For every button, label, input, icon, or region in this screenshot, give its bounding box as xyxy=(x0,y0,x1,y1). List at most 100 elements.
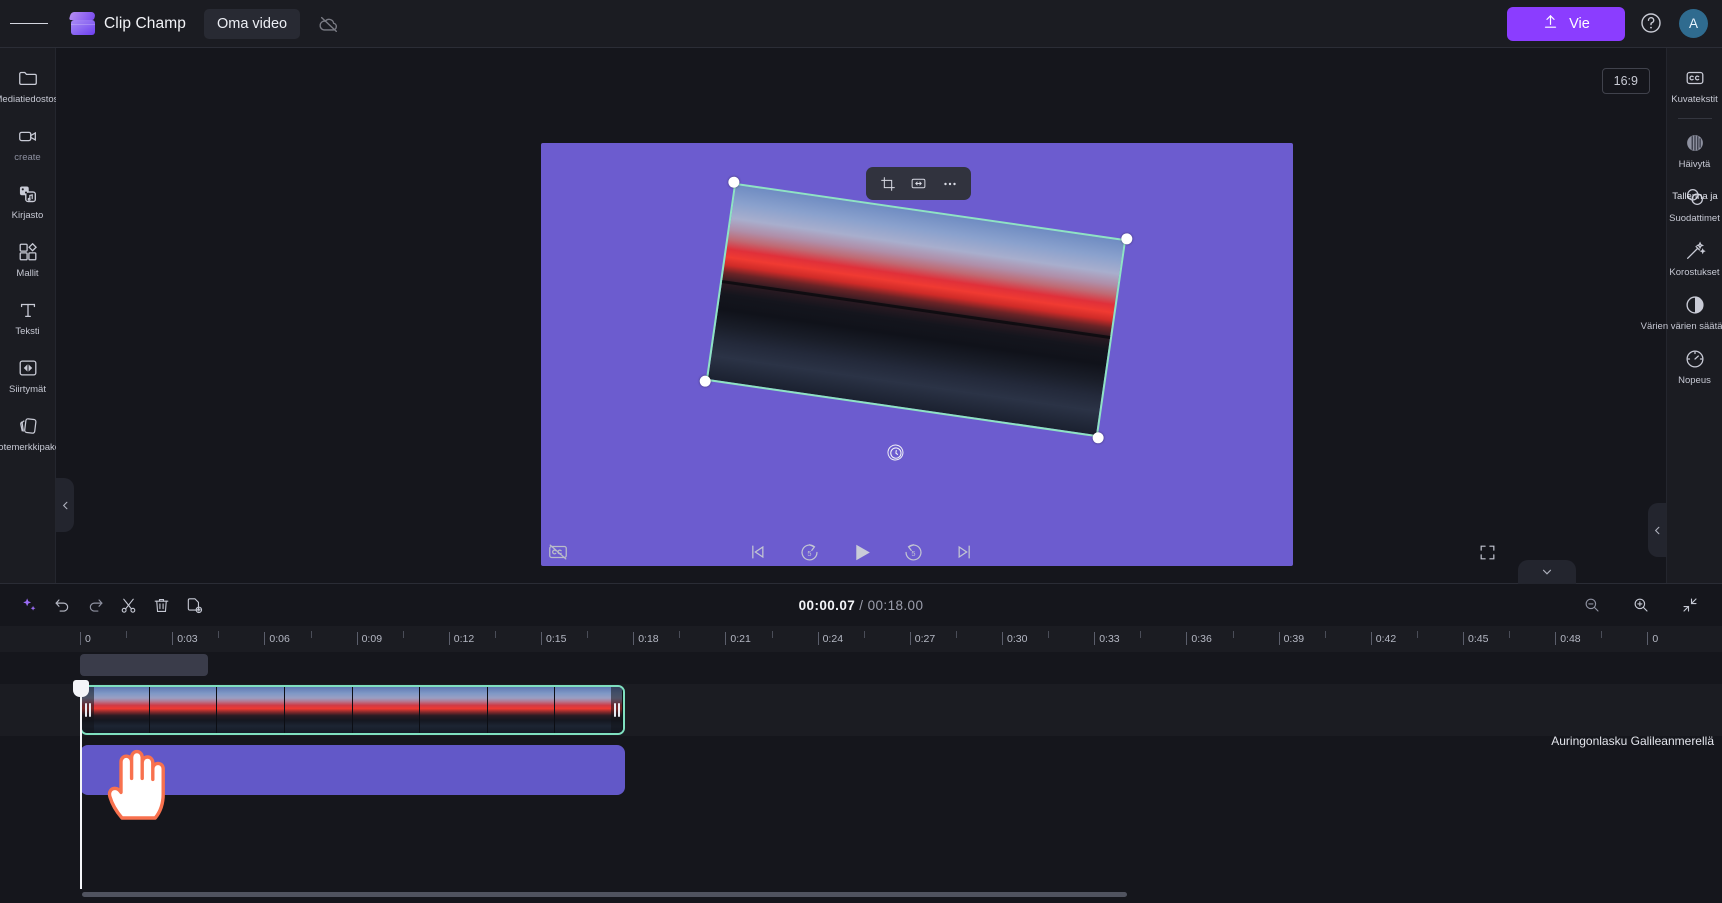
crop-icon[interactable] xyxy=(874,171,901,196)
transitions-icon xyxy=(16,356,40,380)
hamburger-menu-icon[interactable] xyxy=(10,5,49,43)
right-sidebar: Kuvatekstit Häivytä Suodattimet Korostuk… xyxy=(1641,48,1722,583)
brand-name: Clip Champ xyxy=(104,14,186,32)
sidebar-item-media[interactable]: Mediatiedostosi xyxy=(0,58,61,112)
video-clip[interactable] xyxy=(80,685,625,735)
sidebar-item-label: Kuvatekstit xyxy=(1671,94,1718,105)
top-bar: Clip Champ Oma video Vie A xyxy=(0,0,1722,48)
sidebar-item-text[interactable]: Teksti xyxy=(1,290,55,344)
sidebar-item-label: Nopeus xyxy=(1678,374,1711,386)
forward-5s-icon[interactable]: 5 xyxy=(898,537,928,567)
fit-timeline-icon[interactable] xyxy=(1675,590,1705,620)
sidebar-item-color[interactable]: Värien värien säätäminen xyxy=(1641,285,1722,339)
sidebar-item-captions[interactable]: Kuvatekstit xyxy=(1668,58,1722,112)
contrast-circle-icon xyxy=(1683,293,1707,317)
sidebar-item-label: Värien värien säätäminen xyxy=(1640,320,1722,332)
trim-handle-right[interactable] xyxy=(611,687,623,733)
timeline-tracks: Auringonlasku Galileanmerellä xyxy=(0,652,1722,903)
fullscreen-icon[interactable] xyxy=(1473,538,1501,566)
sidebar-item-label: create xyxy=(14,151,41,163)
playback-bar: 5 5 xyxy=(56,521,1666,583)
collapse-preview-button[interactable] xyxy=(1518,560,1576,584)
video-camera-icon xyxy=(16,124,40,148)
magic-wand-icon xyxy=(1683,239,1707,263)
left-sidebar: Mediatiedostosi create Kirjasto Mallit T… xyxy=(0,48,67,583)
timeline-toolbar: 00:00.07 / 00:18.00 xyxy=(0,584,1722,626)
playhead-handle[interactable] xyxy=(73,680,89,697)
avatar[interactable]: A xyxy=(1679,9,1708,38)
timeline-horizontal-scrollbar[interactable] xyxy=(82,892,1127,897)
fade-icon xyxy=(1683,131,1707,155)
split-scissors-icon[interactable] xyxy=(113,590,143,620)
delete-trash-icon[interactable] xyxy=(146,590,176,620)
text-t-icon xyxy=(16,298,40,322)
redo-icon[interactable] xyxy=(80,590,110,620)
time-display: 00:00.07 / 00:18.00 xyxy=(799,598,924,613)
svg-text:5: 5 xyxy=(807,549,811,558)
sidebar-item-fade[interactable]: Häivytä xyxy=(1668,123,1722,177)
undo-icon[interactable] xyxy=(47,590,77,620)
duplicate-icon[interactable] xyxy=(179,590,209,620)
zoom-out-icon[interactable] xyxy=(1577,590,1607,620)
clipchamp-app: Clip Champ Oma video Vie A Mediatiedosto… xyxy=(0,0,1722,903)
time-separator: / xyxy=(859,597,864,613)
ai-sparkle-icon[interactable] xyxy=(14,590,44,620)
folder-icon xyxy=(16,66,40,90)
top-bar-right: Vie A xyxy=(1507,6,1708,41)
clip-title-label: Auringonlasku Galileanmerellä xyxy=(1551,734,1714,748)
rewind-5s-icon[interactable]: 5 xyxy=(794,537,824,567)
filters-icon xyxy=(1683,185,1707,209)
current-time: 00:00.07 xyxy=(798,597,856,613)
sidebar-item-label: Häivytä xyxy=(1678,158,1711,170)
collapse-right-panel-button[interactable] xyxy=(1648,503,1666,557)
export-button-label: Vie xyxy=(1569,15,1590,32)
preview-stage: 16:9 5 5 xyxy=(56,48,1666,584)
playhead[interactable] xyxy=(73,680,89,889)
closed-captions-icon xyxy=(1683,66,1707,90)
sidebar-item-label: Kirjasto xyxy=(11,209,44,221)
selection-toolbar xyxy=(866,167,971,200)
sidebar-item-label: Teksti xyxy=(15,325,40,337)
more-options-icon[interactable] xyxy=(936,171,963,196)
sidebar-item-create[interactable]: create xyxy=(1,116,55,170)
brand-kit-icon xyxy=(16,414,40,438)
timeline-ruler[interactable]: 0 0:03 0:06 0:09 0:12 0:15 0:18 0:21 0:24 0:27 0:3… xyxy=(0,626,1722,652)
export-button[interactable]: Vie xyxy=(1507,6,1625,41)
sidebar-item-speed[interactable]: Nopeus xyxy=(1668,339,1722,393)
sidebar-item-label: Suodattimet xyxy=(1669,212,1720,224)
project-title-input[interactable]: Oma video xyxy=(203,8,301,39)
timeline-zoom-controls xyxy=(1577,590,1708,620)
sidebar-item-library[interactable]: Kirjasto xyxy=(1,174,55,228)
collapse-left-panel-button[interactable] xyxy=(56,478,74,532)
sidebar-item-transitions[interactable]: Siirtymät xyxy=(1,348,55,402)
sidebar-item-label: Korostukset xyxy=(1669,266,1720,278)
skip-to-end-icon[interactable] xyxy=(950,537,980,567)
total-time: 00:18.00 xyxy=(867,597,924,613)
ghost-clip-preview xyxy=(80,654,208,676)
play-icon[interactable] xyxy=(846,537,876,567)
speedometer-icon xyxy=(1683,347,1707,371)
sidebar-item-templates[interactable]: Mallit xyxy=(1,232,55,286)
sidebar-divider xyxy=(1677,117,1712,119)
sidebar-item-adjustments[interactable]: Korostukset xyxy=(1668,231,1722,285)
filmstrip-thumbnails xyxy=(82,687,623,733)
help-circle-icon[interactable] xyxy=(1639,11,1665,37)
library-shapes-icon xyxy=(16,182,40,206)
fit-to-frame-icon[interactable] xyxy=(905,171,932,196)
transport-controls: 5 5 xyxy=(742,537,980,567)
sidebar-item-brandkit[interactable]: Tuotemerkkipaketti xyxy=(0,406,67,460)
brand-logo-group[interactable]: Clip Champ xyxy=(68,12,186,35)
templates-grid-icon xyxy=(16,240,40,264)
sidebar-item-filters[interactable]: Suodattimet xyxy=(1668,177,1722,231)
timeline-panel: 00:00.07 / 00:18.00 0 0:03 0:06 0:09 0:1… xyxy=(0,583,1722,903)
canvas-wrapper xyxy=(56,48,1666,566)
purple-clip[interactable] xyxy=(80,745,625,795)
sidebar-item-label: Mallit xyxy=(16,267,39,279)
clipchamp-logo-icon xyxy=(68,12,97,35)
zoom-in-icon[interactable] xyxy=(1626,590,1656,620)
main-area: Mediatiedostosi create Kirjasto Mallit T… xyxy=(0,48,1722,584)
svg-text:5: 5 xyxy=(911,549,915,558)
cloud-off-icon[interactable] xyxy=(312,9,346,39)
skip-to-start-icon[interactable] xyxy=(742,537,772,567)
captions-off-icon[interactable] xyxy=(543,539,573,565)
